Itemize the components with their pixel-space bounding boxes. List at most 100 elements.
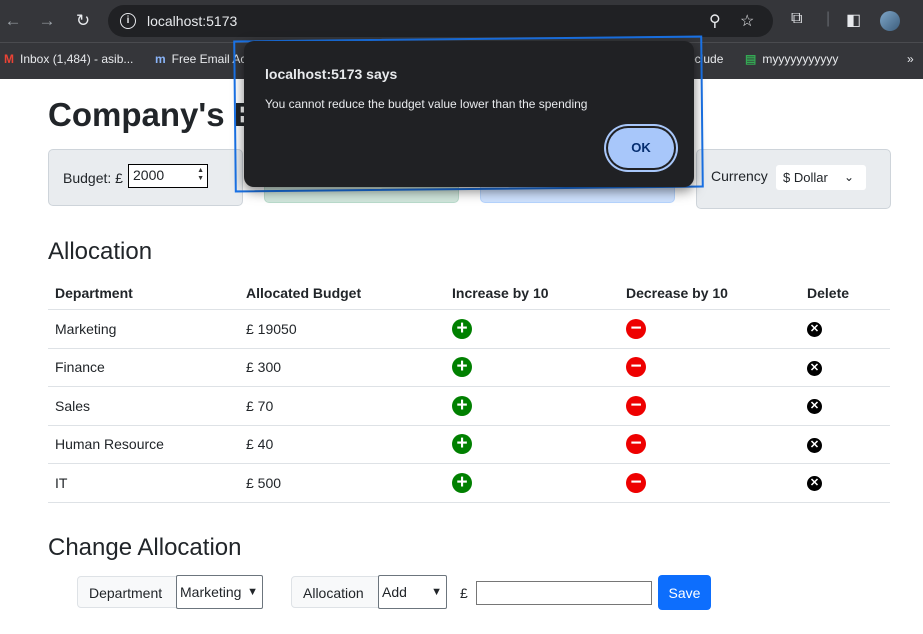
increase-icon[interactable]: +	[452, 357, 472, 378]
ok-button[interactable]: OK	[608, 128, 674, 168]
bookmark-free-email[interactable]: m Free Email Ac	[155, 52, 246, 66]
currency-symbol: £	[460, 585, 468, 601]
row-increase-cell: +	[445, 425, 619, 464]
row-department: Sales	[48, 386, 239, 426]
allocation-table: Department Allocated Budget Increase by …	[48, 277, 890, 503]
row-decrease-cell: −	[619, 463, 800, 503]
allocation-type-value: Add	[382, 584, 407, 600]
decrease-icon[interactable]: −	[626, 472, 646, 493]
table-row: Sales £ 70 + − ✕	[48, 386, 890, 426]
extensions-icon[interactable]: ⧉	[791, 10, 802, 28]
row-increase-cell: +	[445, 463, 619, 503]
page-title: Company's B	[48, 96, 258, 133]
alert-dialog: localhost:5173 says You cannot reduce th…	[244, 41, 694, 187]
currency-dropdown[interactable]: $ Dollar ⌄	[776, 165, 866, 190]
profile-avatar[interactable]	[880, 11, 900, 31]
increase-icon[interactable]: +	[452, 318, 472, 339]
alert-title: localhost:5173 says	[265, 66, 398, 82]
chevron-down-icon: ▼	[247, 586, 258, 598]
budget-label: Budget: £	[63, 170, 123, 186]
row-delete-cell: ✕	[800, 348, 890, 387]
row-allocated-budget: £ 40	[239, 425, 445, 464]
bookmark-label: myyyyyyyyyyy	[762, 52, 839, 66]
spinner-icon[interactable]: ▲ ▼	[197, 167, 204, 183]
table-row: Finance £ 300 + − ✕	[48, 348, 890, 387]
currency-label: Currency	[711, 168, 768, 184]
header-increase: Increase by 10	[445, 277, 619, 310]
chevron-down-icon: ▼	[431, 586, 442, 598]
site-info-icon[interactable]: i	[120, 13, 136, 29]
bookmark-gmail[interactable]: M Inbox (1,484) - asib...	[4, 52, 133, 66]
table-row: Marketing £ 19050 + − ✕	[48, 309, 890, 349]
decrease-icon[interactable]: −	[626, 318, 646, 339]
header-decrease: Decrease by 10	[619, 277, 800, 310]
delete-icon[interactable]: ✕	[807, 360, 822, 376]
row-decrease-cell: −	[619, 386, 800, 426]
table-header-row: Department Allocated Budget Increase by …	[48, 277, 890, 310]
increase-icon[interactable]: +	[452, 395, 472, 416]
department-select-value: Marketing	[180, 584, 242, 600]
row-delete-cell: ✕	[800, 463, 890, 503]
row-allocated-budget: £ 500	[239, 463, 445, 503]
more-bookmarks-icon[interactable]: »	[907, 52, 914, 66]
forward-icon[interactable]: →	[34, 8, 60, 34]
decrease-icon[interactable]: −	[626, 434, 646, 455]
sheets-icon: ▤	[745, 52, 757, 66]
row-department: IT	[48, 463, 239, 503]
increase-icon[interactable]: +	[452, 472, 472, 493]
row-decrease-cell: −	[619, 348, 800, 387]
gmail-icon: M	[4, 52, 14, 66]
chevron-down-icon: ⌄	[843, 170, 854, 184]
delete-icon[interactable]: ✕	[807, 399, 822, 415]
allocation-type-select[interactable]: Add ▼	[378, 575, 447, 609]
reload-icon[interactable]: ↻	[70, 8, 96, 34]
row-increase-cell: +	[445, 348, 619, 387]
row-decrease-cell: −	[619, 425, 800, 464]
delete-icon[interactable]: ✕	[807, 476, 822, 492]
row-allocated-budget: £ 300	[239, 348, 445, 387]
row-decrease-cell: −	[619, 309, 800, 349]
toolbar-divider: |	[826, 10, 831, 27]
decrease-icon[interactable]: −	[626, 357, 646, 378]
row-delete-cell: ✕	[800, 386, 890, 426]
department-select[interactable]: Marketing ▼	[176, 575, 263, 609]
department-label: Department	[77, 576, 177, 608]
address-bar[interactable]: i localhost:5173 ⚲ ☆	[108, 5, 773, 37]
side-panel-icon[interactable]: ◧	[846, 10, 861, 30]
budget-input[interactable]: 2000 ▲ ▼	[128, 164, 208, 188]
row-allocated-budget: £ 70	[239, 386, 445, 426]
allocation-label: Allocation	[291, 576, 379, 608]
allocation-heading: Allocation	[48, 238, 153, 265]
row-allocated-budget: £ 19050	[239, 309, 445, 349]
increase-icon[interactable]: +	[452, 434, 472, 455]
alert-message: You cannot reduce the budget value lower…	[265, 97, 588, 111]
save-button[interactable]: Save	[658, 575, 711, 610]
back-icon[interactable]: ←	[0, 8, 26, 34]
row-delete-cell: ✕	[800, 425, 890, 464]
decrease-icon[interactable]: −	[626, 395, 646, 416]
header-delete: Delete	[800, 277, 890, 310]
row-department: Marketing	[48, 309, 239, 349]
table-row: Human Resource £ 40 + − ✕	[48, 425, 890, 464]
mailchimp-icon: m	[155, 52, 166, 66]
bookmark-sheet[interactable]: ▤ myyyyyyyyyyy	[745, 52, 838, 66]
amount-input[interactable]	[476, 581, 652, 605]
budget-card: Budget: £ 2000 ▲ ▼	[48, 149, 243, 206]
row-department: Human Resource	[48, 425, 239, 464]
bookmark-star-icon[interactable]: ☆	[740, 11, 754, 31]
currency-card: Currency $ Dollar ⌄	[696, 149, 891, 209]
delete-icon[interactable]: ✕	[807, 322, 822, 338]
row-department: Finance	[48, 348, 239, 387]
change-allocation-heading: Change Allocation	[48, 534, 242, 561]
browser-toolbar: ← → ↻ i localhost:5173 ⚲ ☆ ⧉ | ◧	[0, 0, 923, 42]
budget-value[interactable]: 2000	[133, 167, 164, 183]
row-increase-cell: +	[445, 386, 619, 426]
delete-icon[interactable]: ✕	[807, 437, 822, 453]
row-delete-cell: ✕	[800, 309, 890, 349]
bookmark-label: Free Email Ac	[171, 52, 247, 66]
zoom-icon[interactable]: ⚲	[709, 11, 721, 31]
address-url[interactable]: localhost:5173	[147, 13, 237, 29]
currency-value: $ Dollar	[783, 170, 828, 185]
header-allocated-budget: Allocated Budget	[239, 277, 445, 310]
header-department: Department	[48, 277, 239, 310]
